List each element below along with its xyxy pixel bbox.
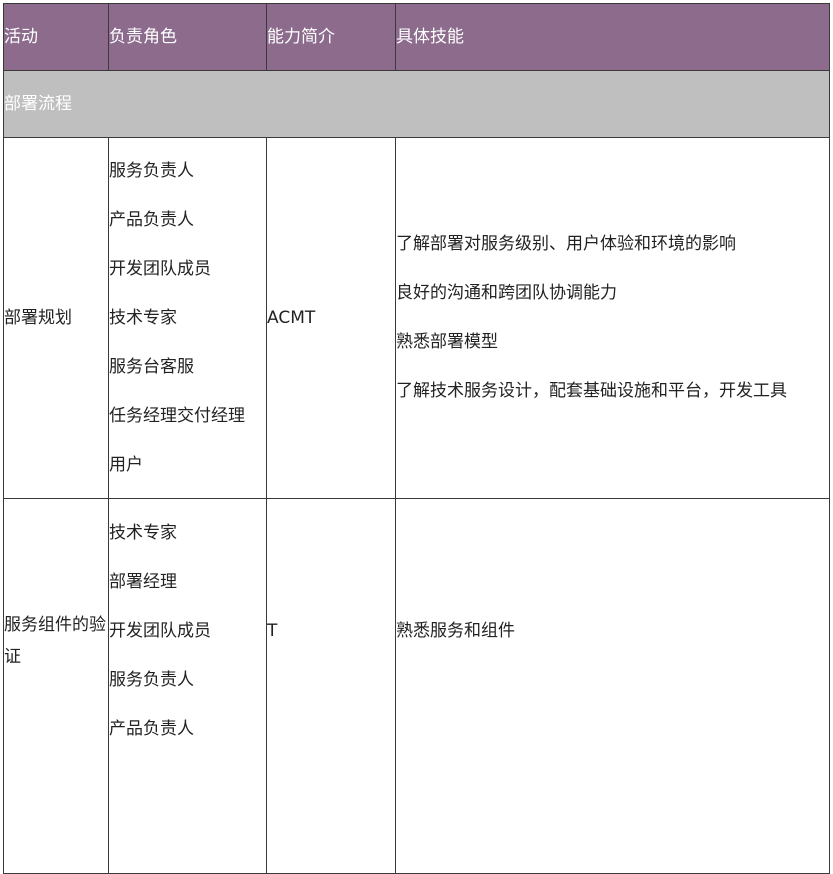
skills-table: 活动 负责角色 能力简介 具体技能 部署流程 部署规划 服务负责人 产品负责人 … <box>3 3 830 874</box>
role-item: 部署经理 <box>109 572 177 592</box>
competency-text: T <box>267 621 278 641</box>
header-activity: 活动 <box>3 3 109 71</box>
role-item: 产品负责人 <box>109 719 194 739</box>
activity-cell: 部署规划 <box>3 137 109 499</box>
role-item: 用户 <box>109 454 143 475</box>
header-competency: 能力简介 <box>266 3 396 71</box>
role-item: 技术专家 <box>109 307 177 328</box>
role-item: 服务负责人 <box>109 670 194 690</box>
activity-text: 服务组件的验证 <box>4 615 106 667</box>
role-item: 技术专家 <box>109 523 177 543</box>
header-roles: 负责角色 <box>108 3 267 71</box>
role-item: 产品负责人 <box>109 209 194 230</box>
role-item: 任务经理交付经理 <box>109 405 245 426</box>
role-item: 开发团队成员 <box>109 621 211 641</box>
skill-item: 了解部署对服务级别、用户体验和环境的影响 <box>396 234 736 254</box>
skill-item: 良好的沟通和跨团队协调能力 <box>396 283 617 303</box>
skills-cell: 熟悉服务和组件 <box>395 498 830 874</box>
skills-cell: 了解部署对服务级别、用户体验和环境的影响 良好的沟通和跨团队协调能力 熟悉部署模… <box>395 137 830 499</box>
table-row: 服务组件的验证 技术专家 部署经理 开发团队成员 服务负责人 产品负责人 T 熟… <box>3 498 830 874</box>
header-row: 活动 负责角色 能力简介 具体技能 <box>3 3 830 71</box>
header-skills: 具体技能 <box>395 3 830 71</box>
skill-item: 熟悉部署模型 <box>396 332 498 352</box>
activity-cell: 服务组件的验证 <box>3 498 109 874</box>
section-row: 部署流程 <box>3 70 830 138</box>
role-item: 开发团队成员 <box>109 258 211 279</box>
skill-item: 熟悉服务和组件 <box>396 621 515 641</box>
skill-item: 了解技术服务设计，配套基础设施和平台，开发工具 <box>396 381 787 401</box>
section-title: 部署流程 <box>3 70 830 138</box>
role-item: 服务负责人 <box>109 160 194 181</box>
roles-cell: 服务负责人 产品负责人 开发团队成员 技术专家 服务台客服 任务经理交付经理 用… <box>108 137 267 499</box>
competency-cell: T <box>266 498 396 874</box>
role-item: 服务台客服 <box>109 356 194 377</box>
competency-cell: ACMT <box>266 137 396 499</box>
roles-cell: 技术专家 部署经理 开发团队成员 服务负责人 产品负责人 <box>108 498 267 874</box>
table-row: 部署规划 服务负责人 产品负责人 开发团队成员 技术专家 服务台客服 任务经理交… <box>3 137 830 499</box>
